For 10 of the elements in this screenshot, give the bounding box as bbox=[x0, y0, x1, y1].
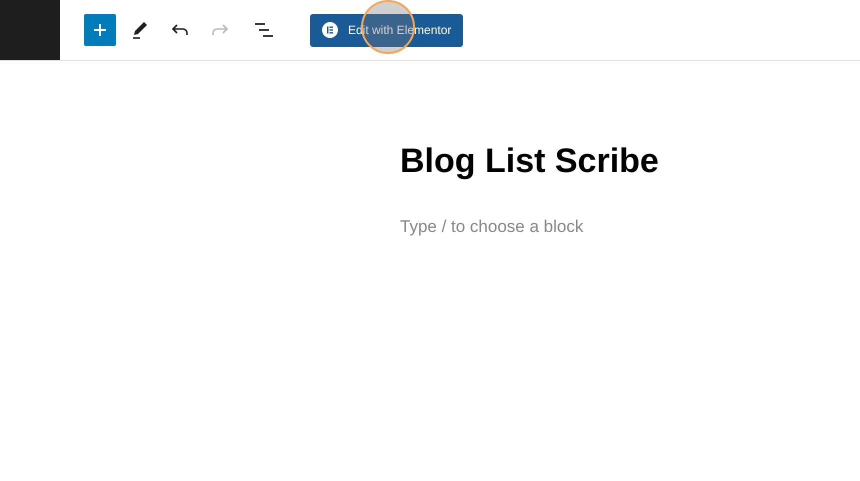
undo-icon bbox=[171, 23, 189, 37]
redo-icon bbox=[211, 23, 229, 37]
elementor-logo-icon bbox=[322, 22, 338, 38]
pen-icon bbox=[131, 20, 149, 40]
sidebar-panel bbox=[0, 0, 60, 60]
post-title[interactable]: Blog List Scribe bbox=[400, 141, 860, 182]
list-view-icon bbox=[254, 22, 274, 38]
block-placeholder[interactable]: Type / to choose a block bbox=[400, 214, 860, 240]
add-icon bbox=[92, 22, 108, 38]
add-button[interactable] bbox=[84, 14, 116, 46]
